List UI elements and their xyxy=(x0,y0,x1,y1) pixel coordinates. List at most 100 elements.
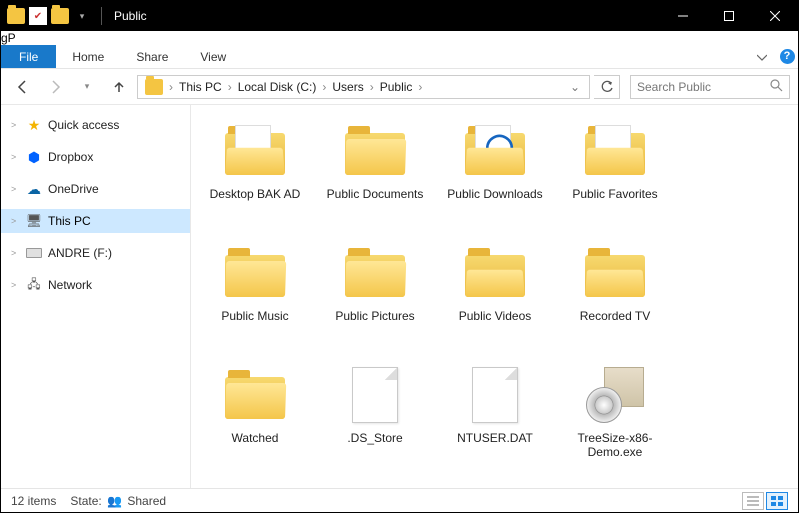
chevron-right-icon[interactable]: › xyxy=(368,80,376,94)
search-icon xyxy=(770,79,783,95)
qat-dropdown-icon[interactable]: ▾ xyxy=(73,7,91,25)
state-info: State: 👥 Shared xyxy=(70,494,166,508)
expand-arrow-icon[interactable]: > xyxy=(11,120,23,130)
tab-view[interactable]: View xyxy=(184,45,242,68)
titlebar[interactable]: ✔ ▾ Public xyxy=(1,1,798,31)
nav-sidebar: >★Quick access>⬢Dropbox>☁OneDrive>🖥This … xyxy=(1,105,191,488)
up-button[interactable] xyxy=(105,73,133,101)
breadcrumb[interactable]: Local Disk (C:) xyxy=(234,80,321,94)
file-item[interactable]: Public Documents xyxy=(315,115,435,237)
chevron-right-icon[interactable]: › xyxy=(167,80,175,94)
breadcrumb[interactable]: This PC xyxy=(175,80,226,94)
file-tab[interactable]: File xyxy=(1,45,56,68)
qat-newfolder-icon[interactable] xyxy=(51,7,69,25)
file-item[interactable]: .DS_Store xyxy=(315,359,435,481)
file-item[interactable]: Public Music xyxy=(195,237,315,359)
expand-arrow-icon[interactable]: > xyxy=(11,152,23,162)
folder-icon xyxy=(585,127,645,175)
content-pane[interactable]: Desktop BAK AD Public Documents ◯Public Do… xyxy=(191,105,798,488)
folder-icon xyxy=(345,127,405,175)
folder-icon: ◯ xyxy=(465,127,525,175)
search-placeholder: Search Public xyxy=(637,80,770,94)
item-label: NTUSER.DAT xyxy=(440,431,550,445)
sidebar-item-network[interactable]: >🖧Network xyxy=(1,273,190,297)
folder-icon xyxy=(465,249,525,297)
item-label: Public Music xyxy=(200,309,310,323)
ribbon: File Home Share View ? xyxy=(1,45,798,69)
sidebar-item-dropbox[interactable]: >⬢Dropbox xyxy=(1,145,190,169)
item-label: Recorded TV xyxy=(560,309,670,323)
help-button[interactable]: ? xyxy=(776,45,798,68)
expand-arrow-icon[interactable]: > xyxy=(11,184,23,194)
minimize-button[interactable] xyxy=(660,1,706,31)
address-row: ▾ › This PC › Local Disk (C:) › Users › … xyxy=(1,69,798,105)
chevron-right-icon[interactable]: › xyxy=(320,80,328,94)
chevron-right-icon[interactable]: › xyxy=(416,80,424,94)
file-item[interactable]: Watched xyxy=(195,359,315,481)
file-icon xyxy=(472,367,518,423)
explorer-window: ✔ ▾ Public gP File Home Share View xyxy=(0,0,799,513)
expand-arrow-icon[interactable]: > xyxy=(11,216,23,226)
expand-arrow-icon[interactable]: > xyxy=(11,248,23,258)
chevron-right-icon[interactable]: › xyxy=(226,80,234,94)
file-icon xyxy=(352,367,398,423)
folder-icon xyxy=(225,371,285,419)
sidebar-item-this-pc[interactable]: >🖥This PC xyxy=(1,209,190,233)
file-item[interactable]: Desktop BAK AD xyxy=(195,115,315,237)
cloud-icon: ☁ xyxy=(25,181,43,198)
folder-icon xyxy=(225,249,285,297)
item-label: TreeSize-x86-Demo.exe xyxy=(560,431,670,459)
item-label: Public Documents xyxy=(320,187,430,201)
item-label: Public Pictures xyxy=(320,309,430,323)
monitor-icon: 🖥 xyxy=(25,213,43,229)
file-item[interactable]: Public Videos xyxy=(435,237,555,359)
file-item[interactable]: NTUSER.DAT xyxy=(435,359,555,481)
back-button[interactable] xyxy=(9,73,37,101)
breadcrumb[interactable]: Users xyxy=(328,80,367,94)
search-input[interactable]: Search Public xyxy=(630,75,790,99)
sidebar-item-label: This PC xyxy=(45,214,91,228)
recent-dropdown-icon[interactable]: ▾ xyxy=(73,73,101,101)
item-label: Public Videos xyxy=(440,309,550,323)
folder-icon xyxy=(7,7,25,25)
tab-share[interactable]: Share xyxy=(120,45,184,68)
sidebar-item-label: ANDRE (F:) xyxy=(45,246,112,260)
sidebar-item-label: Dropbox xyxy=(45,150,93,164)
details-view-icon[interactable] xyxy=(742,492,764,510)
folder-icon xyxy=(345,249,405,297)
item-label: Watched xyxy=(200,431,310,445)
folder-icon xyxy=(585,249,645,297)
star-icon: ★ xyxy=(25,117,43,134)
sidebar-item-onedrive[interactable]: >☁OneDrive xyxy=(1,177,190,201)
sidebar-item-andre-f-[interactable]: > ANDRE (F:) xyxy=(1,241,190,265)
folder-icon xyxy=(145,79,163,95)
file-item[interactable]: Public Favorites xyxy=(555,115,675,237)
file-item[interactable]: ◯Public Downloads xyxy=(435,115,555,237)
address-dropdown-icon[interactable]: ⌄ xyxy=(564,80,586,94)
file-item[interactable]: Public Pictures xyxy=(315,237,435,359)
item-label: .DS_Store xyxy=(320,431,430,445)
sidebar-item-quick-access[interactable]: >★Quick access xyxy=(1,113,190,137)
large-icons-view-icon[interactable] xyxy=(766,492,788,510)
ribbon-expand-icon[interactable] xyxy=(748,45,776,68)
forward-button[interactable] xyxy=(41,73,69,101)
drive-icon xyxy=(25,248,43,258)
dropbox-icon: ⬢ xyxy=(25,149,43,166)
item-count: 12 items xyxy=(11,494,56,508)
refresh-button[interactable] xyxy=(594,75,620,99)
tab-home[interactable]: Home xyxy=(56,45,120,68)
expand-arrow-icon[interactable]: > xyxy=(11,280,23,290)
status-bar: 12 items State: 👥 Shared xyxy=(1,488,798,512)
file-item[interactable]: Recorded TV xyxy=(555,237,675,359)
close-button[interactable] xyxy=(752,1,798,31)
address-bar[interactable]: › This PC › Local Disk (C:) › Users › Pu… xyxy=(137,75,590,99)
watermark: gP xyxy=(1,31,798,45)
file-item[interactable]: TreeSize-x86-Demo.exe xyxy=(555,359,675,481)
shared-icon: 👥 xyxy=(105,494,124,508)
breadcrumb[interactable]: Public xyxy=(376,80,417,94)
window-title: Public xyxy=(106,9,147,23)
maximize-button[interactable] xyxy=(706,1,752,31)
qat-properties-icon[interactable]: ✔ xyxy=(29,7,47,25)
network-icon: 🖧 xyxy=(25,275,43,296)
sidebar-item-label: Quick access xyxy=(45,118,119,132)
